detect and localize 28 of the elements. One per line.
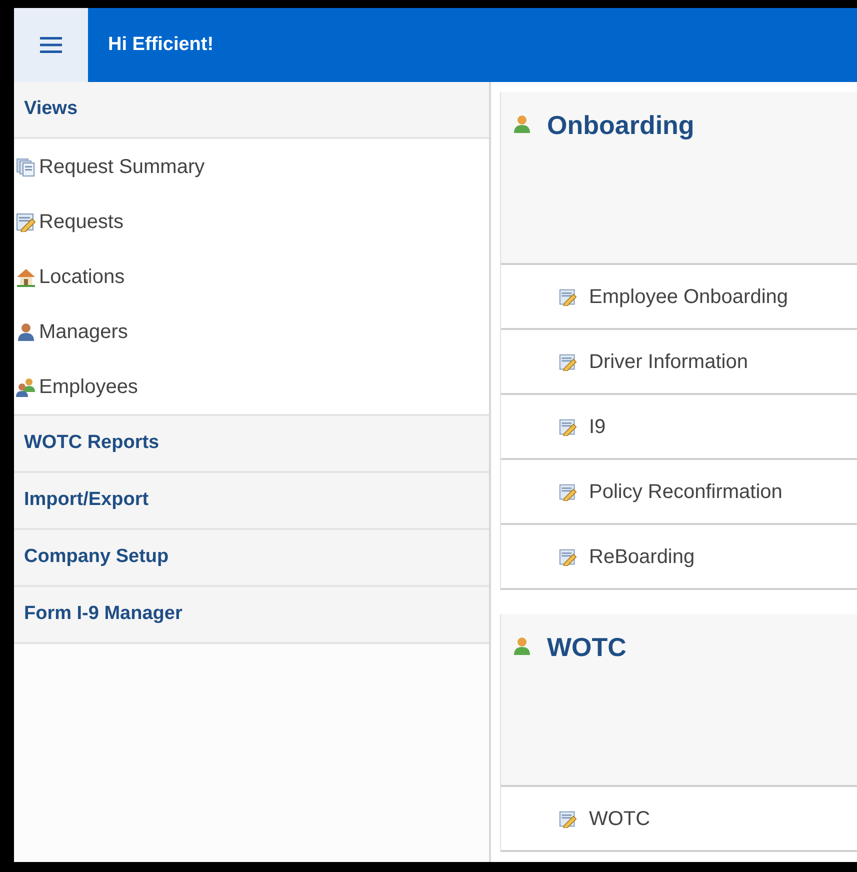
menu-icon <box>40 37 62 53</box>
documents-icon <box>16 156 36 176</box>
person-icon <box>513 114 531 134</box>
sidebar-link[interactable]: Request Summary <box>39 152 205 182</box>
edit-document-icon <box>559 418 577 436</box>
edit-document-icon <box>559 352 577 370</box>
sidebar-link[interactable]: Locations <box>39 262 125 292</box>
edit-document-icon <box>559 288 577 306</box>
edit-document-icon <box>559 548 577 566</box>
house-icon <box>16 266 36 286</box>
sidebar-link[interactable]: Employees <box>39 372 138 402</box>
edit-document-icon <box>559 482 577 500</box>
person-icon <box>16 322 36 342</box>
card-title: WOTC <box>547 631 626 664</box>
sidebar-section-header[interactable]: Import/Export <box>14 473 489 530</box>
people-icon <box>16 376 36 396</box>
card-title: Onboarding <box>547 109 694 142</box>
sidebar-link[interactable]: Managers <box>39 316 128 346</box>
menu-button[interactable] <box>14 8 88 82</box>
edit-document-icon <box>16 212 36 232</box>
sidebar-section-header[interactable]: Form I-9 Manager <box>14 587 489 644</box>
sidebar-section-header[interactable]: WOTC Reports <box>14 416 489 473</box>
sidebar-link[interactable]: Requests <box>39 206 124 236</box>
sidebar-section-header[interactable]: Views <box>14 82 489 139</box>
edit-document-icon <box>559 810 577 828</box>
sidebar-section-header[interactable]: Company Setup <box>14 530 489 587</box>
person-icon <box>513 636 531 656</box>
greeting-title: Hi Efficient! <box>108 32 214 57</box>
